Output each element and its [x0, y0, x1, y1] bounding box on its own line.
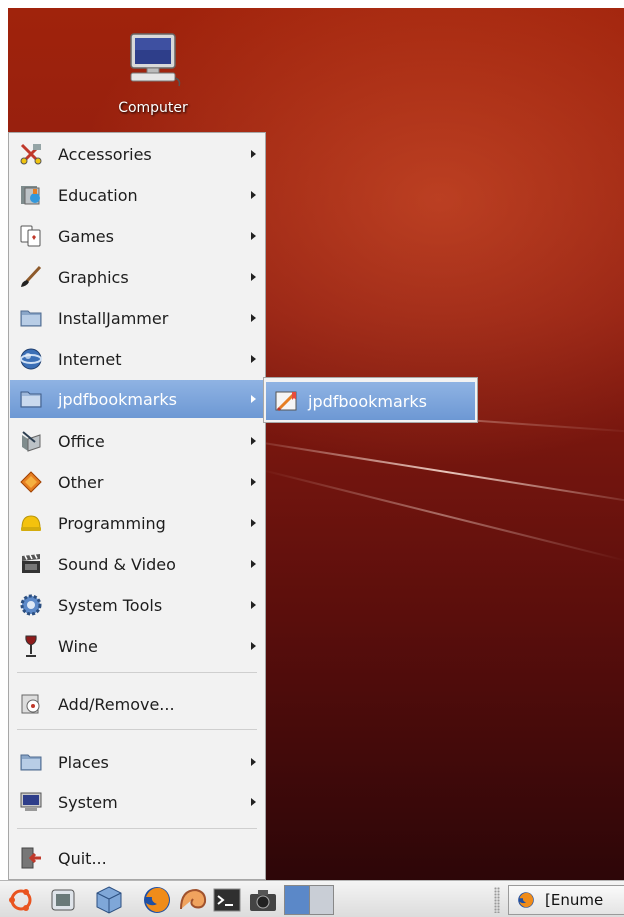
submenu-arrow-icon — [251, 355, 256, 363]
menu-item-label: Other — [58, 472, 104, 492]
firefox-icon[interactable] — [142, 885, 172, 915]
menu-item-jpdfbookmarks[interactable]: jpdfbookmarks — [10, 380, 264, 418]
education-icon — [18, 182, 44, 208]
workspace-switcher[interactable] — [284, 885, 334, 915]
menu-separator — [17, 828, 257, 829]
menu-separator — [17, 729, 257, 730]
accessories-icon — [18, 141, 44, 167]
submenu-arrow-icon — [251, 758, 256, 766]
panel-grip[interactable] — [494, 887, 500, 913]
menu-item-accessories[interactable]: Accessories — [10, 135, 264, 173]
firefox-icon — [517, 891, 535, 909]
menu-item-label: jpdfbookmarks — [58, 389, 177, 409]
submenu-arrow-icon — [251, 478, 256, 486]
menu-item-installjammer[interactable]: InstallJammer — [10, 299, 264, 337]
menu-item-add-remove[interactable]: Add/Remove... — [10, 685, 264, 723]
folder-icon — [18, 305, 44, 331]
menu-item-sound-video[interactable]: Sound & Video — [10, 545, 264, 583]
computer-icon — [130, 33, 181, 87]
other-icon — [18, 469, 44, 495]
graphics-icon — [18, 264, 44, 290]
folder-icon — [18, 749, 44, 775]
submenu-arrow-icon — [251, 273, 256, 281]
programming-icon — [18, 510, 44, 536]
ubuntu-logo-icon[interactable] — [6, 885, 36, 915]
jpdfbookmarks-submenu: jpdfbookmarks — [263, 377, 478, 423]
menu-item-programming[interactable]: Programming — [10, 504, 264, 542]
menu-item-label: Office — [58, 431, 105, 451]
menu-separator — [17, 672, 257, 673]
terminal-icon[interactable] — [212, 885, 242, 915]
menu-item-graphics[interactable]: Graphics — [10, 258, 264, 296]
submenu-arrow-icon — [251, 437, 256, 445]
menu-item-label: System Tools — [58, 595, 163, 615]
menu-item-label: InstallJammer — [58, 308, 169, 328]
internet-icon — [18, 346, 44, 372]
screen: Computer Accessories Education Games Gra… — [0, 0, 624, 917]
menu-item-office[interactable]: Office — [10, 422, 264, 460]
menu-item-label: Programming — [58, 513, 166, 533]
submenu-item-label: jpdfbookmarks — [308, 391, 427, 411]
menu-item-education[interactable]: Education — [10, 176, 264, 214]
menu-item-label: Accessories — [58, 144, 152, 164]
folder-icon — [18, 386, 44, 412]
taskbar-window-button[interactable]: [Enume — [508, 885, 624, 915]
submenu-arrow-icon — [251, 314, 256, 322]
menu-item-label: Sound & Video — [58, 554, 176, 574]
menu-item-label: Places — [58, 752, 109, 772]
computer-icon-label: Computer — [118, 100, 188, 116]
submenu-arrow-icon — [251, 560, 256, 568]
menu-item-label: Add/Remove... — [58, 694, 175, 714]
submenu-arrow-icon — [251, 798, 256, 806]
nautilus-icon[interactable] — [178, 885, 208, 915]
menu-item-label: Quit... — [58, 848, 107, 868]
games-icon — [18, 223, 44, 249]
bottom-panel: [Enume — [0, 880, 624, 917]
menu-item-label: Wine — [58, 636, 98, 656]
workspace-2[interactable] — [308, 886, 333, 914]
monitor-icon — [18, 789, 44, 815]
menu-item-label: Games — [58, 226, 114, 246]
sound-video-icon — [18, 551, 44, 577]
wallpaper-streak — [237, 438, 624, 506]
submenu-arrow-icon — [251, 150, 256, 158]
jpdfbookmarks-app-icon — [274, 388, 300, 414]
menu-item-label: System — [58, 792, 118, 812]
menu-item-places[interactable]: Places — [10, 743, 264, 781]
show-desktop-icon[interactable] — [48, 885, 78, 915]
submenu-arrow-icon — [251, 232, 256, 240]
submenu-arrow-icon — [251, 395, 256, 403]
submenu-arrow-icon — [251, 191, 256, 199]
submenu-arrow-icon — [251, 601, 256, 609]
submenu-arrow-icon — [251, 642, 256, 650]
menu-item-internet[interactable]: Internet — [10, 340, 264, 378]
camera-icon[interactable] — [248, 885, 278, 915]
submenu-item-jpdfbookmarks[interactable]: jpdfbookmarks — [266, 382, 475, 420]
cube-icon[interactable] — [94, 885, 124, 915]
menu-item-games[interactable]: Games — [10, 217, 264, 255]
menu-item-wine[interactable]: Wine — [10, 627, 264, 665]
menu-item-quit[interactable]: Quit... — [10, 839, 264, 877]
workspace-1[interactable] — [285, 886, 309, 914]
menu-item-label: Education — [58, 185, 138, 205]
wallpaper-streak — [257, 468, 624, 562]
taskbar-window-title: [Enume — [545, 891, 604, 909]
menu-item-label: Graphics — [58, 267, 129, 287]
menu-item-system[interactable]: System — [10, 783, 264, 821]
submenu-arrow-icon — [251, 519, 256, 527]
menu-item-label: Internet — [58, 349, 122, 369]
office-icon — [18, 428, 44, 454]
system-tools-icon — [18, 592, 44, 618]
add-remove-icon — [18, 691, 44, 717]
menu-item-other[interactable]: Other — [10, 463, 264, 501]
quit-icon — [18, 845, 44, 871]
menu-item-system-tools[interactable]: System Tools — [10, 586, 264, 624]
wine-icon — [18, 633, 44, 659]
applications-menu: Accessories Education Games Graphics Ins… — [8, 132, 266, 880]
computer-desktop-icon[interactable]: Computer — [98, 28, 208, 128]
